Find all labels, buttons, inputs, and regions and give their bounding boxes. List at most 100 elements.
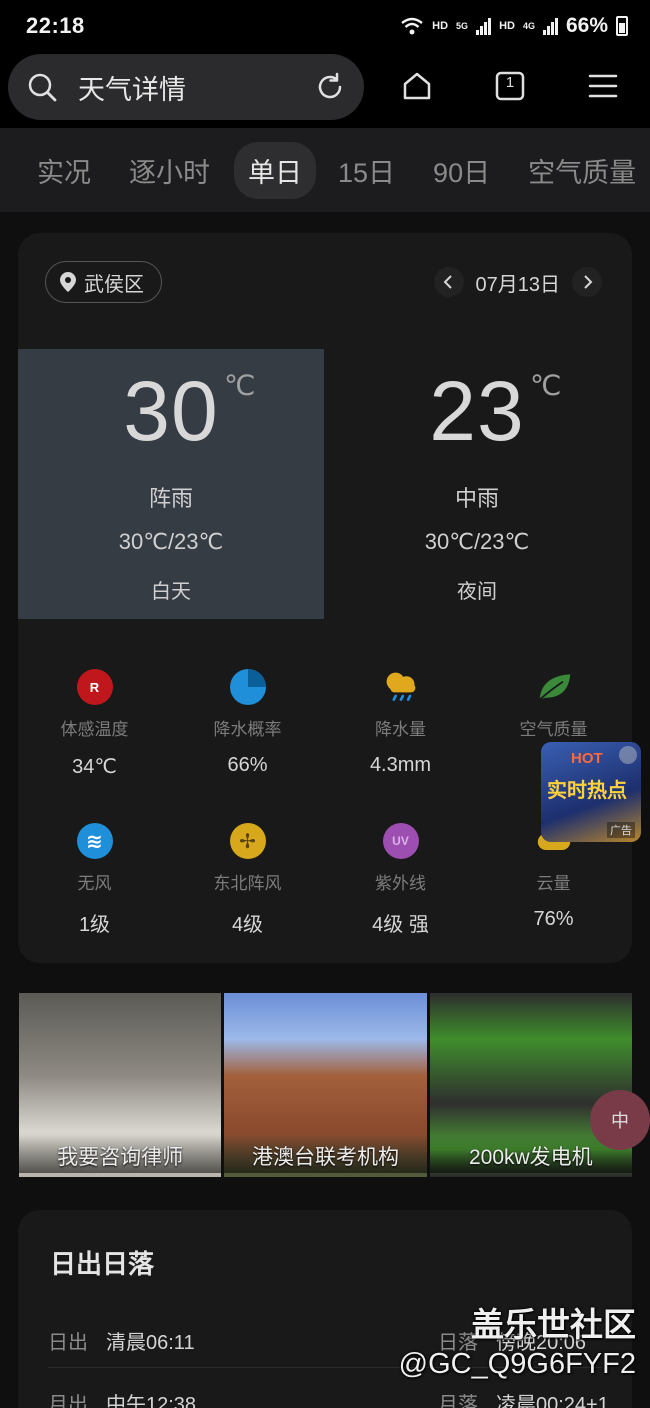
metric-uv: UV 紫外线 4级 强 bbox=[324, 823, 477, 937]
banner-caption: 我要咨询律师 bbox=[19, 1135, 222, 1173]
ad-tag: 广告 bbox=[607, 822, 635, 838]
home-icon bbox=[403, 72, 431, 100]
watermark-user: @GC_Q9G6FYF2 bbox=[398, 1348, 636, 1380]
metric-value: 4级 强 bbox=[372, 914, 429, 936]
day-temp-unit: ℃ bbox=[224, 370, 256, 401]
daily-weather-card: 武侯区 07月13日 30 ℃ 阵雨 30℃/23℃ 白天 23 ℃ 中雨 30… bbox=[18, 233, 632, 963]
day-condition: 阵雨 bbox=[148, 486, 193, 511]
metric-value: 76% bbox=[533, 908, 574, 930]
feels-like-icon: R bbox=[76, 669, 113, 705]
current-date: 07月13日 bbox=[475, 273, 561, 296]
status-bar: 22:18 HD 5G HD 4G 66% bbox=[0, 0, 650, 52]
ad-banners: 我要咨询律师 港澳台联考机构 200kw发电机 bbox=[19, 993, 632, 1177]
moonset-value: 凌晨00:24+1 bbox=[496, 1394, 609, 1408]
hd-badge-2: HD bbox=[499, 20, 515, 32]
signal-icon-1 bbox=[476, 17, 492, 35]
home-button[interactable] bbox=[399, 68, 435, 104]
wifi-icon bbox=[401, 17, 423, 35]
day-period-label: 白天 bbox=[151, 581, 191, 603]
battery-percent: 66% bbox=[565, 14, 608, 37]
tab-hourly[interactable]: 逐小时 bbox=[129, 151, 210, 190]
rain-cloud-icon bbox=[383, 669, 419, 705]
date-navigator: 07月13日 bbox=[433, 263, 602, 301]
day-temperature: 30 bbox=[123, 364, 219, 458]
section-title: 日出日落 bbox=[50, 1249, 155, 1279]
metric-label: 体感温度 bbox=[60, 720, 129, 739]
ad-title: 实时热点 bbox=[547, 780, 627, 802]
metric-precip-probability: 降水概率 66% bbox=[171, 669, 324, 777]
refresh-icon[interactable] bbox=[314, 71, 346, 103]
hd-badge-1: HD bbox=[432, 20, 449, 32]
next-day-button[interactable] bbox=[572, 267, 602, 297]
banner-exam-agency[interactable]: 港澳台联考机构 bbox=[224, 993, 427, 1177]
metric-gust: ✢ 东北阵风 4级 bbox=[171, 823, 324, 937]
metric-wind: ≋ 无风 1级 bbox=[18, 823, 171, 937]
moonset-label: 月落 bbox=[438, 1394, 478, 1408]
hot-topics-ad[interactable]: HOT 实时热点 广告 bbox=[541, 742, 641, 842]
watermark-community: 盖乐世社区 bbox=[471, 1306, 636, 1343]
location-pin-icon bbox=[60, 272, 76, 292]
precip-probability-icon bbox=[229, 669, 266, 705]
tab-air-quality[interactable]: 空气质量 bbox=[528, 151, 636, 190]
location-name: 武侯区 bbox=[84, 273, 144, 296]
metric-label: 空气质量 bbox=[519, 720, 588, 739]
signal-icon-2 bbox=[542, 17, 558, 35]
tab-15-day[interactable]: 15日 bbox=[338, 151, 395, 190]
metric-label: 降水概率 bbox=[213, 720, 282, 739]
metric-label: 降水量 bbox=[375, 720, 426, 739]
browser-top-bar: 天气详情 1 bbox=[0, 52, 650, 128]
moonrise-label: 月出 bbox=[48, 1394, 88, 1408]
ad-close-icon[interactable] bbox=[619, 746, 637, 764]
sunrise-label: 日出 bbox=[48, 1332, 88, 1354]
floating-assistant-icon[interactable]: 中 bbox=[590, 1090, 650, 1150]
daytime-panel[interactable]: 30 ℃ 阵雨 30℃/23℃ 白天 bbox=[18, 349, 324, 619]
metric-value: 4.3mm bbox=[369, 754, 432, 776]
metric-value: 4级 bbox=[231, 914, 264, 936]
metric-value: 1级 bbox=[78, 914, 111, 936]
metric-value: 66% bbox=[227, 754, 268, 776]
address-bar[interactable]: 天气详情 bbox=[8, 54, 364, 120]
banner-caption: 港澳台联考机构 bbox=[224, 1135, 427, 1173]
tab-realtime[interactable]: 实况 bbox=[37, 151, 91, 190]
tabs-button[interactable]: 1 bbox=[492, 68, 528, 104]
uv-icon: UV bbox=[382, 823, 419, 859]
metric-precipitation: 降水量 4.3mm bbox=[324, 669, 477, 777]
previous-day-button[interactable] bbox=[433, 267, 464, 297]
network-5g-label: 5G bbox=[456, 21, 469, 31]
wind-icon: ≋ bbox=[76, 823, 113, 859]
fan-icon: ✢ bbox=[229, 823, 266, 859]
metric-label: 无风 bbox=[77, 874, 112, 893]
metric-feels-like: R 体感温度 34℃ bbox=[18, 669, 171, 779]
ad-hot-label: HOT bbox=[571, 750, 603, 767]
metric-label: 云量 bbox=[536, 874, 571, 893]
moonrise-value: 中午12:38 bbox=[106, 1394, 197, 1408]
status-time: 22:18 bbox=[26, 13, 85, 38]
menu-icon bbox=[588, 74, 618, 98]
tab-90-day[interactable]: 90日 bbox=[433, 151, 490, 190]
night-temperature: 23 bbox=[429, 364, 525, 458]
banner-lawyer[interactable]: 我要咨询律师 bbox=[19, 993, 222, 1177]
sunrise-value: 清晨06:11 bbox=[106, 1332, 195, 1354]
night-temp-unit: ℃ bbox=[530, 370, 562, 401]
chevron-left-icon bbox=[443, 275, 452, 289]
night-temp-range: 30℃/23℃ bbox=[424, 529, 530, 554]
menu-button[interactable] bbox=[585, 68, 621, 104]
weather-tabs: 实况 逐小时 单日 15日 90日 空气质量 bbox=[0, 128, 650, 212]
metric-value: 34℃ bbox=[72, 756, 117, 778]
leaf-icon bbox=[536, 669, 572, 705]
status-icons: HD 5G HD 4G 66% bbox=[400, 14, 628, 38]
sunrise-row: 日出 清晨06:11 bbox=[48, 1326, 195, 1355]
search-icon bbox=[28, 73, 57, 102]
chevron-right-icon bbox=[584, 275, 593, 289]
metric-label: 东北阵风 bbox=[213, 874, 282, 893]
moonrise-row: 月出 中午12:38 bbox=[48, 1388, 196, 1408]
banner-generator[interactable]: 200kw发电机 bbox=[429, 993, 632, 1177]
night-condition: 中雨 bbox=[454, 486, 499, 511]
nighttime-panel[interactable]: 23 ℃ 中雨 30℃/23℃ 夜间 bbox=[324, 349, 630, 619]
battery-icon bbox=[616, 16, 628, 36]
location-chip[interactable]: 武侯区 bbox=[45, 261, 162, 303]
night-period-label: 夜间 bbox=[457, 581, 497, 603]
moonset-row: 月落 凌晨00:24+1 bbox=[438, 1388, 609, 1408]
tab-daily[interactable]: 单日 bbox=[234, 141, 316, 199]
day-temp-range: 30℃/23℃ bbox=[118, 529, 224, 554]
